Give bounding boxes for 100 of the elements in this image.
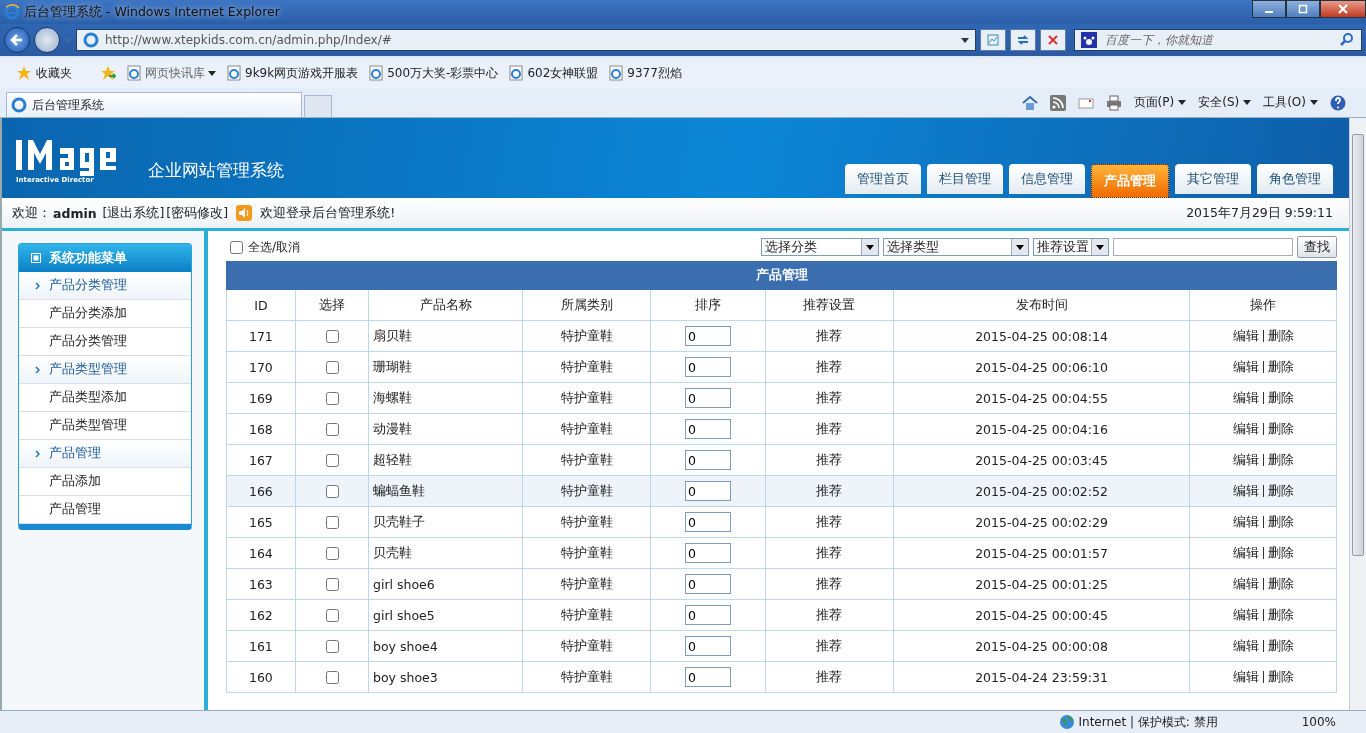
compatibility-button[interactable] bbox=[980, 29, 1006, 51]
table-cell: 推荐 bbox=[765, 413, 894, 445]
row-checkbox[interactable] bbox=[325, 360, 339, 374]
sort-order-field[interactable]: 0 bbox=[684, 388, 731, 408]
sort-order-field[interactable]: 0 bbox=[684, 419, 731, 439]
edit-link[interactable]: 编辑 bbox=[1232, 389, 1259, 405]
delete-link[interactable]: 删除 bbox=[1267, 327, 1294, 343]
add-favorite-icon[interactable] bbox=[100, 65, 116, 81]
row-checkbox[interactable] bbox=[325, 577, 339, 591]
edit-link[interactable]: 编辑 bbox=[1232, 451, 1259, 467]
search-icon[interactable] bbox=[1339, 32, 1355, 48]
close-button[interactable] bbox=[1320, 0, 1366, 18]
row-checkbox[interactable] bbox=[325, 329, 339, 343]
dropdown-arrow-icon[interactable] bbox=[961, 37, 969, 43]
help-icon[interactable] bbox=[1330, 94, 1346, 111]
sort-order-field[interactable]: 0 bbox=[684, 605, 731, 625]
nav-tab[interactable]: 栏目管理 bbox=[927, 164, 1003, 194]
row-checkbox[interactable] bbox=[325, 639, 339, 653]
table-cell: 2015-04-25 00:03:45 bbox=[893, 444, 1190, 476]
delete-link[interactable]: 删除 bbox=[1267, 606, 1294, 622]
table-cell: 特护童鞋 bbox=[522, 568, 651, 600]
table-cell: boy shoe3 bbox=[368, 661, 523, 693]
command-menu[interactable]: 安全(S) bbox=[1198, 94, 1252, 111]
command-menu[interactable]: 页面(P) bbox=[1133, 94, 1187, 111]
address-field[interactable]: http://www.xtepkids.com.cn/admin.php/Index/# bbox=[76, 29, 976, 51]
scrollbar[interactable] bbox=[1349, 118, 1366, 710]
favorite-link[interactable]: 500万大奖-彩票中心 bbox=[368, 64, 499, 82]
delete-link[interactable]: 删除 bbox=[1267, 637, 1294, 653]
maximize-button[interactable] bbox=[1286, 0, 1320, 18]
edit-link[interactable]: 编辑 bbox=[1232, 637, 1259, 653]
delete-link[interactable]: 删除 bbox=[1267, 544, 1294, 560]
row-checkbox[interactable] bbox=[325, 608, 339, 622]
filter-dropdown[interactable]: 选择类型 bbox=[883, 238, 1029, 256]
home-icon[interactable] bbox=[1021, 94, 1038, 111]
table-cell: 贝壳鞋 bbox=[368, 537, 523, 569]
select-all-checkbox[interactable] bbox=[230, 240, 243, 254]
search-input[interactable]: 百度一下，你就知道 bbox=[1103, 32, 1333, 48]
sort-order-field[interactable]: 0 bbox=[684, 357, 731, 377]
favorite-link[interactable]: 网页快讯库 bbox=[126, 64, 216, 82]
nav-tab[interactable]: 其它管理 bbox=[1175, 164, 1251, 194]
edit-link[interactable]: 编辑 bbox=[1232, 513, 1259, 529]
edit-link[interactable]: 编辑 bbox=[1232, 575, 1259, 591]
edit-link[interactable]: 编辑 bbox=[1232, 482, 1259, 498]
menu-item[interactable]: 产品分类添加 bbox=[19, 300, 191, 328]
header-link[interactable]: [密码修改] bbox=[166, 204, 229, 222]
row-checkbox[interactable] bbox=[325, 453, 339, 467]
delete-link[interactable]: 删除 bbox=[1267, 668, 1294, 684]
nav-tab[interactable]: 角色管理 bbox=[1257, 164, 1333, 194]
sort-order-field[interactable]: 0 bbox=[684, 543, 731, 563]
row-checkbox[interactable] bbox=[325, 546, 339, 560]
back-button[interactable] bbox=[4, 27, 30, 53]
favorite-link[interactable]: 9377烈焰 bbox=[608, 64, 682, 82]
delete-link[interactable]: 删除 bbox=[1267, 451, 1294, 467]
refresh-button[interactable] bbox=[1010, 29, 1036, 51]
sort-order-field[interactable]: 0 bbox=[684, 667, 731, 687]
edit-link[interactable]: 编辑 bbox=[1232, 606, 1259, 622]
minimize-button[interactable] bbox=[1252, 0, 1286, 18]
edit-link[interactable]: 编辑 bbox=[1232, 358, 1259, 374]
sort-order-field[interactable]: 0 bbox=[684, 512, 731, 532]
nav-tab[interactable]: 管理首页 bbox=[845, 164, 921, 194]
delete-link[interactable]: 删除 bbox=[1267, 389, 1294, 405]
edit-link[interactable]: 编辑 bbox=[1232, 420, 1259, 436]
sort-order-field[interactable]: 0 bbox=[684, 450, 731, 470]
edit-link[interactable]: 编辑 bbox=[1232, 668, 1259, 684]
favorite-link[interactable]: 9k9k网页游戏开服表 bbox=[226, 64, 359, 82]
favorite-link[interactable]: 602女神联盟 bbox=[508, 64, 599, 82]
stop-button[interactable] bbox=[1040, 29, 1066, 51]
row-checkbox[interactable] bbox=[325, 422, 339, 436]
edit-link[interactable]: 编辑 bbox=[1232, 327, 1259, 343]
sort-order-field[interactable]: 0 bbox=[684, 636, 731, 656]
row-checkbox[interactable] bbox=[325, 515, 339, 529]
search-input[interactable] bbox=[1113, 238, 1293, 256]
search-box[interactable]: 百度一下，你就知道 bbox=[1074, 29, 1362, 51]
menu-item[interactable]: 产品类型添加 bbox=[19, 384, 191, 412]
filter-dropdown[interactable]: 选择分类 bbox=[761, 238, 879, 256]
browser-tab[interactable]: 后台管理系统 bbox=[6, 92, 302, 117]
delete-link[interactable]: 删除 bbox=[1267, 358, 1294, 374]
forward-button[interactable] bbox=[34, 27, 60, 53]
row-checkbox[interactable] bbox=[325, 484, 339, 498]
menu-item[interactable]: 产品管理 bbox=[19, 496, 191, 524]
rss-feed-icon[interactable] bbox=[1049, 94, 1066, 111]
sort-order-field[interactable]: 0 bbox=[684, 481, 731, 501]
search-button[interactable]: 查找 bbox=[1297, 236, 1337, 258]
print-icon[interactable] bbox=[1105, 94, 1122, 111]
filter-dropdown[interactable]: 推荐设置 bbox=[1033, 238, 1109, 256]
delete-link[interactable]: 删除 bbox=[1267, 420, 1294, 436]
delete-link[interactable]: 删除 bbox=[1267, 482, 1294, 498]
row-checkbox[interactable] bbox=[325, 670, 339, 684]
row-checkbox[interactable] bbox=[325, 391, 339, 405]
favorites-button[interactable]: 收藏夹 bbox=[16, 64, 72, 82]
delete-link[interactable]: 删除 bbox=[1267, 513, 1294, 529]
header-link[interactable]: [退出系统] bbox=[102, 204, 165, 222]
nav-tab[interactable]: 信息管理 bbox=[1009, 164, 1085, 194]
menu-item[interactable]: 产品添加 bbox=[19, 468, 191, 496]
sort-order-field[interactable]: 0 bbox=[684, 326, 731, 346]
delete-link[interactable]: 删除 bbox=[1267, 575, 1294, 591]
sort-order-field[interactable]: 0 bbox=[684, 574, 731, 594]
zoom-level[interactable]: 100% bbox=[1301, 715, 1336, 729]
edit-link[interactable]: 编辑 bbox=[1232, 544, 1259, 560]
command-menu[interactable]: 工具(O) bbox=[1263, 94, 1318, 111]
